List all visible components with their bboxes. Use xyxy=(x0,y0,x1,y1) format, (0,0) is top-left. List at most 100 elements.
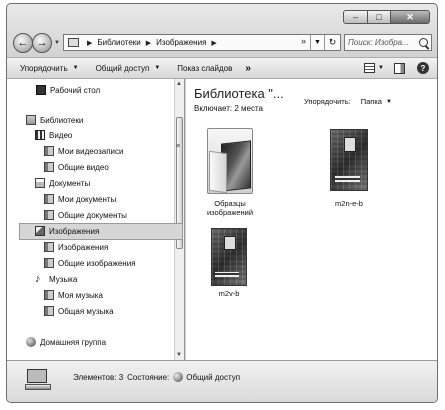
includes-label: Включает: xyxy=(194,104,233,113)
back-arrow-icon: ← xyxy=(17,37,29,49)
sidebar-item-music[interactable]: Музыка xyxy=(35,272,77,286)
sidebar-item-public-pictures[interactable]: Общие изображения xyxy=(44,256,136,270)
status-text: Элементов: 3 Состояние: Общий доступ xyxy=(73,372,240,382)
folder-icon xyxy=(44,242,54,252)
desktop-icon xyxy=(36,85,46,95)
sidebar-item-libraries[interactable]: Библиотеки xyxy=(26,113,83,127)
change-view-icon[interactable] xyxy=(364,63,376,73)
maximize-icon: □ xyxy=(376,11,382,22)
address-history-dropdown[interactable]: ▼ xyxy=(310,35,324,50)
chevron-down-icon[interactable]: ▼ xyxy=(386,99,392,105)
minimize-button[interactable]: – xyxy=(343,10,368,24)
breadcrumb-separator-icon[interactable]: ▶ xyxy=(146,39,151,47)
share-with-button[interactable]: Общий доступ ▼ xyxy=(96,64,161,73)
organize-button[interactable]: Упорядочить ▼ xyxy=(20,64,79,73)
search-box[interactable] xyxy=(344,34,432,51)
sidebar-item-label: Библиотеки xyxy=(40,115,84,125)
sidebar-item-label: Общие изображения xyxy=(58,258,136,268)
sidebar-item-label: Музыка xyxy=(49,274,78,284)
image-thumbnail xyxy=(211,228,247,286)
forward-button[interactable]: → xyxy=(32,33,52,53)
arrange-label: Упорядочить: xyxy=(304,97,351,106)
folder-icon xyxy=(44,194,54,204)
scroll-up-icon[interactable]: ▲ xyxy=(176,81,182,87)
sidebar-item-pictures[interactable]: Изображения xyxy=(18,223,184,240)
file-item-m2v-b[interactable]: m2v-b xyxy=(205,228,253,298)
sidebar-item-label: Мои видеозаписи xyxy=(58,146,124,156)
sidebar-item-public-music[interactable]: Общая музыка xyxy=(44,304,114,318)
library-includes: Включает: 2 места xyxy=(194,104,263,113)
sidebar-item-label: Общая музыка xyxy=(58,306,114,316)
details-pane: Элементов: 3 Состояние: Общий доступ xyxy=(7,360,437,402)
keyboard-shape xyxy=(25,384,51,390)
chevron-down-icon: ▼ xyxy=(72,65,79,71)
sidebar-item-my-pictures[interactable]: Изображения xyxy=(44,240,108,254)
sidebar-item-label: Мои документы xyxy=(58,194,117,204)
state-value: Общий доступ xyxy=(186,372,241,382)
forward-arrow-icon: → xyxy=(36,37,48,49)
sidebar-item-label: Домашняя группа xyxy=(40,337,107,347)
arrange-by: Упорядочить: Папка ▼ xyxy=(304,97,392,106)
sidebar-item-label: Изображения xyxy=(49,226,100,236)
breadcrumb-separator-icon[interactable]: ▶ xyxy=(87,39,92,47)
folder-icon xyxy=(44,162,54,172)
music-icon xyxy=(35,274,45,284)
view-options-dropdown[interactable]: ▼ xyxy=(378,65,384,71)
arrange-by-dropdown[interactable]: Папка xyxy=(361,97,382,106)
file-item-sample-pictures[interactable]: Образцы изображений xyxy=(200,126,260,217)
help-icon[interactable]: ? xyxy=(417,62,429,74)
address-overflow[interactable]: » xyxy=(301,36,306,46)
folder-icon xyxy=(44,290,54,300)
sidebar-item-label: Моя музыка xyxy=(58,290,103,300)
toolbar-overflow-button[interactable]: » xyxy=(245,63,251,74)
folder-icon xyxy=(207,126,253,196)
folder-icon xyxy=(44,306,54,316)
computer-icon xyxy=(25,367,51,393)
search-input[interactable] xyxy=(348,38,418,47)
sidebar-scrollbar[interactable]: ▲ ≡ ▼ xyxy=(174,79,184,360)
close-button[interactable]: ✕ xyxy=(390,10,430,24)
file-name: m2v-b xyxy=(218,289,240,298)
refresh-button[interactable]: ↻ xyxy=(324,35,340,50)
navigation-pane: Рабочий стол Библиотеки Видео Мои видеоз… xyxy=(7,79,185,360)
file-item-m2n-e-b[interactable]: m2n-e-b xyxy=(321,129,377,208)
sidebar-item-my-music[interactable]: Моя музыка xyxy=(44,288,103,302)
sidebar-item-public-videos[interactable]: Общие видео xyxy=(44,160,109,174)
slideshow-button[interactable]: Показ слайдов xyxy=(177,64,232,73)
breadcrumb-pictures[interactable]: Изображения xyxy=(156,38,206,47)
explorer-window: – □ ✕ ← → ▼ ▶ Библиотеки ▶ Изображения ▶… xyxy=(6,3,438,403)
breadcrumb-libraries[interactable]: Библиотеки xyxy=(97,38,140,47)
image-thumbnail xyxy=(330,129,368,191)
sidebar-item-my-documents[interactable]: Мои документы xyxy=(44,192,116,206)
scrollbar-grip-icon: ≡ xyxy=(176,143,181,150)
homegroup-icon xyxy=(26,337,36,347)
sidebar-item-desktop[interactable]: Рабочий стол xyxy=(36,83,100,97)
sidebar-item-my-videos[interactable]: Мои видеозаписи xyxy=(44,144,123,158)
close-icon: ✕ xyxy=(406,11,414,22)
scroll-down-icon[interactable]: ▼ xyxy=(176,352,182,358)
address-bar[interactable]: ▶ Библиотеки ▶ Изображения ▶ » ▼ ↻ xyxy=(63,34,341,51)
library-title: Библиотека "... xyxy=(194,86,284,101)
maximize-button[interactable]: □ xyxy=(367,10,391,24)
breadcrumb-separator-icon[interactable]: ▶ xyxy=(211,39,216,47)
sidebar-item-label: Изображения xyxy=(58,242,109,252)
documents-icon xyxy=(35,178,45,188)
search-icon[interactable] xyxy=(419,38,428,47)
sidebar-item-public-documents[interactable]: Общие документы xyxy=(44,208,127,222)
toolbar-right-group: ▼ ? xyxy=(364,62,429,74)
sidebar-item-label: Документы xyxy=(49,178,91,188)
sidebar-item-video[interactable]: Видео xyxy=(35,128,72,142)
back-button[interactable]: ← xyxy=(13,33,33,53)
minimize-icon: – xyxy=(352,11,358,22)
folder-icon xyxy=(44,210,54,220)
sidebar-item-homegroup[interactable]: Домашняя группа xyxy=(26,335,106,349)
preview-pane-icon[interactable] xyxy=(394,62,405,74)
sidebar-item-documents[interactable]: Документы xyxy=(35,176,90,190)
share-with-label: Общий доступ xyxy=(95,63,150,73)
window-caption-buttons: – □ ✕ xyxy=(343,10,430,24)
library-icon xyxy=(68,38,79,47)
includes-locations-link[interactable]: 2 места xyxy=(234,104,263,113)
recent-pages-dropdown[interactable]: ▼ xyxy=(54,40,60,46)
state-label: Состояние: xyxy=(127,372,170,382)
items-count: Элементов: 3 xyxy=(73,372,124,382)
